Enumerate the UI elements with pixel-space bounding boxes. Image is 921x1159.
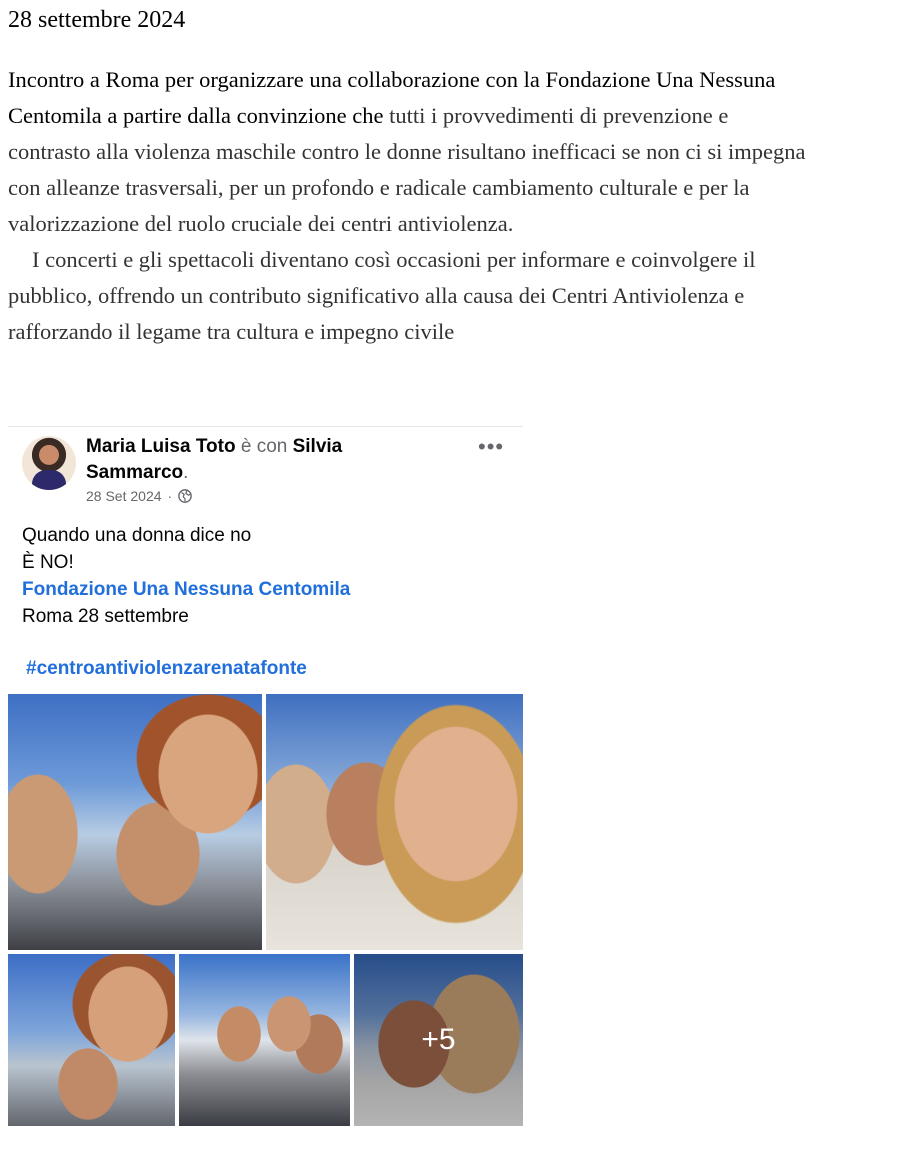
post-photo-4[interactable] — [179, 954, 350, 1126]
more-photos-count: +5 — [421, 1023, 456, 1056]
avatar[interactable] — [22, 436, 76, 490]
globe-icon — [178, 489, 193, 503]
hashtag-link[interactable]: #centroantiviolenzarenatafonte — [26, 658, 307, 680]
post-photo-5[interactable]: +5 — [354, 954, 523, 1126]
tagged-person-first[interactable]: Silvia — [293, 436, 343, 457]
paragraph-line-5: valorizzazione del ruolo cruciale dei ce… — [8, 211, 514, 236]
with-label: è con — [240, 436, 288, 457]
post-text-line-1: Quando una donna dice no — [22, 525, 252, 546]
paragraph-line-8: rafforzando il legame tra cultura e impe… — [8, 319, 455, 344]
paragraph-line-1: Incontro a Roma per organizzare una coll… — [8, 67, 776, 92]
meta-separator: · — [167, 488, 173, 504]
post-timestamp[interactable]: 28 Set 2024 — [86, 488, 162, 504]
post-photo-2[interactable] — [266, 694, 523, 950]
paragraph-line-3: contrasto alla violenza maschile contro … — [8, 139, 806, 164]
more-photos-overlay[interactable]: +5 — [354, 954, 523, 1126]
author-name[interactable]: Maria Luisa Toto — [86, 436, 236, 457]
post-photo-1[interactable] — [8, 694, 262, 950]
post-header: Maria Luisa Toto è con Silvia Sammarco. — [86, 434, 456, 486]
paragraph-line-2-lead: Centomila a partire dalla convinzione ch… — [8, 103, 384, 128]
post-divider — [8, 426, 523, 427]
header-period: . — [183, 462, 189, 483]
post-text-line-4: Roma 28 settembre — [22, 606, 189, 627]
paragraph-line-4: con alleanze trasversali, per un profond… — [8, 175, 750, 200]
post-photo-3[interactable] — [8, 954, 175, 1126]
paragraph-line-7: pubblico, offrendo un contributo signifi… — [8, 283, 745, 308]
tagged-person-second[interactable]: Sammarco — [86, 462, 183, 483]
paragraph-line-6: I concerti e gli spettacoli diventano co… — [32, 247, 756, 272]
post-meta: 28 Set 2024 · — [86, 488, 193, 504]
document-date: 28 settembre 2024 — [8, 7, 186, 33]
facebook-post: Maria Luisa Toto è con Silvia Sammarco. … — [8, 426, 523, 1126]
post-text: Quando una donna dice no È NO! Fondazion… — [22, 522, 350, 630]
foundation-link[interactable]: Fondazione Una Nessuna Centomila — [22, 576, 350, 603]
post-text-line-2: È NO! — [22, 552, 74, 573]
paragraph-line-2: Centomila a partire dalla convinzione ch… — [8, 98, 913, 134]
paragraph-line-2-rest: tutti i provvedimenti di prevenzione e — [383, 103, 729, 128]
document-paragraph: Incontro a Roma per organizzare una coll… — [8, 62, 913, 350]
more-options-button[interactable]: ••• — [478, 434, 504, 460]
